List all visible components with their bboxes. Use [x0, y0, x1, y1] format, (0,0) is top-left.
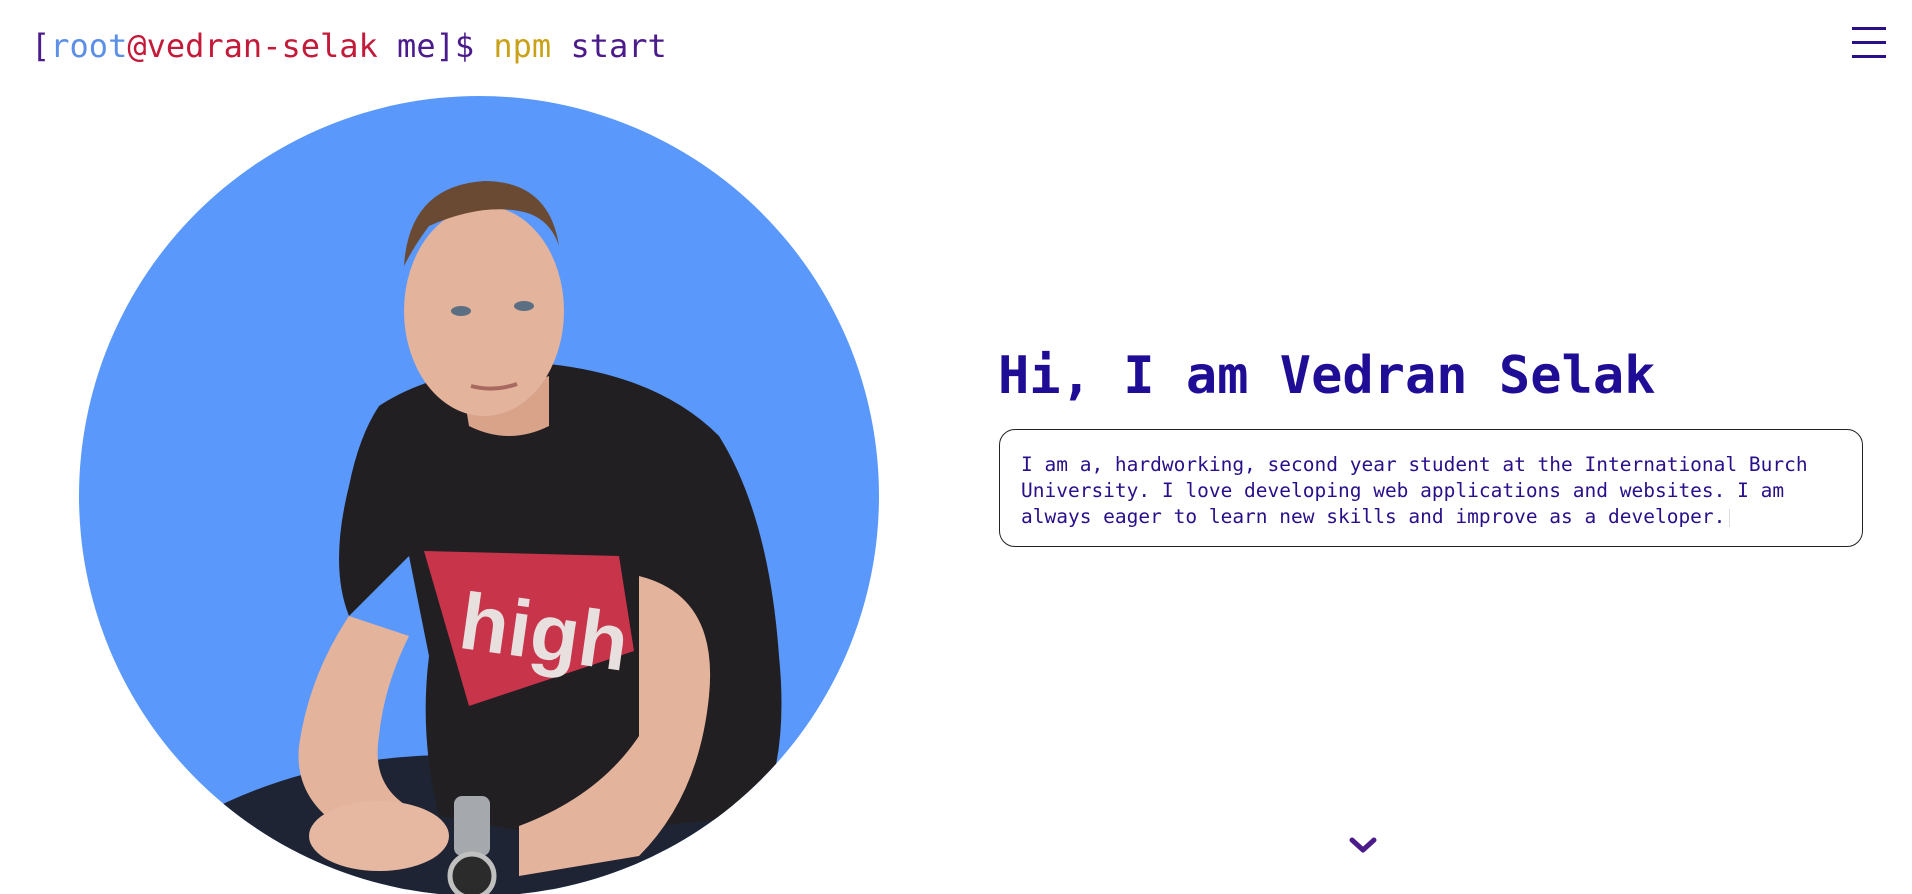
prompt-close-bracket: ] [435, 27, 455, 65]
page-title: Hi, I am Vedran Selak [998, 346, 1656, 406]
bio-text: I am a, hardworking, second year student… [1021, 452, 1842, 530]
prompt-host: vedran-selak [146, 27, 378, 65]
prompt-command: npm [493, 27, 552, 65]
page: [root@vedran-selak me]$ npm start high H… [0, 0, 1912, 894]
prompt-argument: start [551, 27, 667, 65]
hamburger-line [1852, 27, 1886, 30]
prompt-dir: me [377, 27, 436, 65]
hamburger-menu-icon[interactable] [1852, 27, 1886, 60]
bio-card: I am a, hardworking, second year student… [999, 429, 1863, 547]
prompt-open-bracket: [ [31, 27, 51, 65]
terminal-prompt-logo[interactable]: [root@vedran-selak me]$ npm start [31, 24, 667, 68]
hamburger-line [1852, 41, 1886, 44]
chevron-down-icon-svg [1349, 837, 1377, 853]
bio-text-content: I am a, hardworking, second year student… [1021, 453, 1808, 528]
prompt-at: @ [127, 27, 147, 65]
prompt-user: root [50, 27, 128, 65]
chevron-down-icon[interactable] [1348, 836, 1378, 856]
typing-caret [1729, 508, 1731, 527]
prompt-dollar: $ [454, 27, 494, 65]
profile-photo: high [79, 96, 879, 894]
profile-photo-illustration: high [79, 96, 879, 894]
hamburger-line [1852, 55, 1886, 58]
